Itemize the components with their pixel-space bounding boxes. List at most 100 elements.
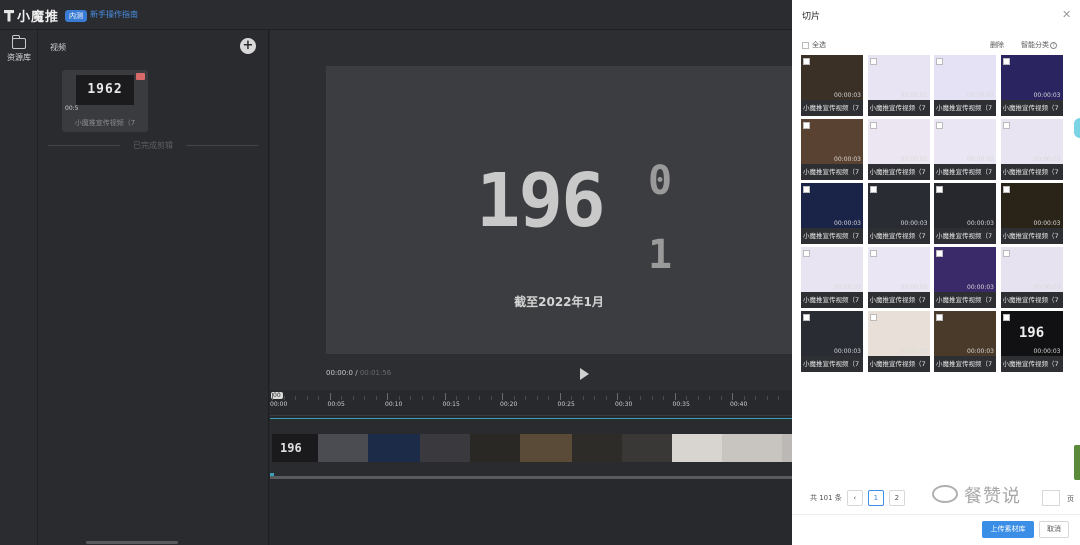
delete-button[interactable]: 删除	[990, 40, 1004, 50]
clip-checkbox[interactable]	[869, 122, 877, 129]
ruler-minor-tick	[421, 396, 423, 400]
ruler-tick	[732, 393, 733, 400]
question-icon[interactable]: ?	[1050, 42, 1057, 49]
ruler-minor-tick	[640, 396, 641, 400]
clip-card[interactable]: 00:00:02 小魔推宣传视频（7	[934, 55, 996, 116]
clip-card[interactable]: 00:00:03 小魔推宣传视频（7	[801, 183, 863, 244]
clip-duration: 00:00:03	[967, 284, 994, 291]
clip-card[interactable]: 00:00:03 小魔推宣传视频（7	[801, 119, 863, 180]
smart-sort-label: 智能分类	[1021, 41, 1049, 49]
ruler-tick-label: 00:05	[327, 401, 345, 408]
page-button[interactable]: 2	[888, 490, 905, 506]
clip-name: 小魔推宣传视频（7	[869, 232, 926, 240]
clip-checkbox[interactable]	[803, 250, 810, 257]
clip-checkbox[interactable]	[936, 250, 943, 257]
ruler-minor-tick	[709, 396, 710, 400]
floating-tab[interactable]	[1074, 118, 1080, 138]
clip-card[interactable]: 00:00:03 小魔推宣传视频（7	[867, 247, 930, 308]
clip-checkbox[interactable]	[803, 58, 810, 65]
page-suffix: 页	[1067, 495, 1074, 503]
clip-checkbox[interactable]	[803, 314, 810, 321]
clip-checkbox[interactable]	[869, 186, 877, 193]
clip-name: 小魔推宣传视频（7	[803, 360, 860, 368]
ruler-minor-tick	[755, 396, 756, 400]
cancel-button[interactable]: 取消	[1039, 521, 1069, 538]
ruler-tick	[559, 393, 561, 400]
ruler-minor-tick	[410, 396, 411, 400]
clip-card[interactable]: 00:00:03 小魔推宣传视频（7	[934, 247, 996, 308]
play-icon[interactable]	[580, 368, 589, 380]
clip-checkbox[interactable]	[936, 314, 943, 321]
clip-checkbox[interactable]	[1002, 314, 1010, 321]
resource-scrollbar[interactable]	[86, 541, 178, 544]
clip-card[interactable]: 00:00:02 小魔推宣传视频（7	[867, 55, 930, 116]
ruler-minor-tick	[766, 396, 768, 400]
clip-checkbox[interactable]	[803, 186, 810, 193]
clip-checkbox[interactable]	[803, 122, 810, 129]
video-caption: 截至2022年1月	[514, 295, 604, 309]
clip-card[interactable]: 00:00:03 小魔推宣传视频（7	[1000, 183, 1063, 244]
smart-sort-button[interactable]: 智能分类?	[1021, 40, 1057, 50]
clip-card[interactable]: 196 00:00:03 小魔推宣传视频（7	[1000, 311, 1063, 372]
timeline-scrollbar[interactable]	[270, 476, 792, 479]
resource-card[interactable]: 1962 00:5 小魔推宣传视频（7	[62, 70, 148, 132]
clip-checkbox[interactable]	[1002, 250, 1010, 257]
clip-card[interactable]: 00:00:02 小魔推宣传视频（7	[934, 119, 996, 180]
clips-panel: 切片 ✕ 全选 删除 智能分类? 00:00:03 小魔推宣传视频（7 00:00:…	[792, 0, 1080, 545]
video-player[interactable]: 196 0 1 截至2022年1月	[326, 66, 792, 354]
prev-page-button[interactable]: ‹	[846, 490, 863, 506]
clip-card[interactable]: 00:00:03 小魔推宣传视频（7	[801, 247, 863, 308]
clip-card[interactable]: 00:00:03 小魔推宣传视频（7	[867, 311, 930, 372]
resource-thumbnail: 1962	[76, 75, 134, 105]
clip-card[interactable]: 00:00:03 小魔推宣传视频（7	[1000, 119, 1063, 180]
clip-card[interactable]: 00:00:02 小魔推宣传视频（7	[867, 119, 930, 180]
ruler-minor-tick	[306, 396, 308, 400]
page-button[interactable]: 1	[867, 490, 884, 506]
clip-checkbox[interactable]	[936, 58, 943, 65]
timeline-ruler[interactable]: 00 00:00 00:05 00:10 00:15 00:20 00:25 00:30 00…	[270, 390, 792, 416]
clip-card[interactable]: 00:00:03 小魔推宣传视频（7	[801, 311, 863, 372]
app-logo[interactable]: 小魔推 内测	[4, 6, 88, 25]
upload-button[interactable]: 上传素材库	[982, 521, 1034, 538]
clip-checkbox[interactable]	[1002, 186, 1010, 193]
clip-card[interactable]: 00:00:03 小魔推宣传视频（7	[934, 311, 996, 372]
folder-icon	[12, 35, 26, 49]
clip-checkbox[interactable]	[869, 314, 877, 321]
ruler-minor-tick	[743, 396, 745, 400]
filmstrip-frame: 196	[272, 434, 318, 462]
page-jump-input[interactable]	[1042, 490, 1060, 506]
clip-checkbox[interactable]	[1002, 58, 1010, 65]
video-track[interactable]: 196	[270, 418, 842, 479]
ruler-minor-tick	[398, 396, 400, 400]
clip-duration: 00:00:03	[834, 156, 861, 163]
clip-card[interactable]: 00:00:03 小魔推宣传视频（7	[1000, 247, 1063, 308]
clip-card[interactable]: 00:00:03 小魔推宣传视频（7	[801, 55, 863, 116]
clip-checkbox[interactable]	[1002, 122, 1010, 129]
floating-tab[interactable]	[1074, 445, 1080, 480]
clip-checkbox[interactable]	[869, 250, 877, 257]
add-resource-button[interactable]: +	[240, 38, 256, 54]
clip-name: 小魔推宣传视频（7	[1002, 168, 1059, 176]
ruler-tick-label: 00:25	[557, 401, 575, 408]
watermark: 餐赞说	[964, 486, 1021, 507]
clip-card[interactable]: 00:00:03 小魔推宣传视频（7	[934, 183, 996, 244]
clip-name: 小魔推宣传视频（7	[869, 360, 926, 368]
clip-duration: 00:00:02	[900, 92, 928, 99]
clip-card[interactable]: 00:00:03 小魔推宣传视频（7	[867, 183, 930, 244]
clip-card[interactable]: 00:00:03 小魔推宣传视频（7	[1000, 55, 1063, 116]
track-filmstrip[interactable]: 196	[272, 434, 842, 462]
select-all[interactable]: 全选	[802, 40, 826, 50]
close-icon[interactable]: ✕	[1062, 8, 1071, 21]
ruler-minor-tick	[375, 396, 377, 400]
wechat-icon	[932, 485, 958, 503]
ruler-tick-label: 00:35	[672, 401, 690, 408]
checkbox[interactable]	[802, 41, 809, 49]
total-time: 00:01:56	[359, 369, 392, 377]
clip-duration: 00:00:02	[967, 92, 994, 99]
ruler-minor-tick	[663, 396, 664, 400]
guide-link[interactable]: 新手操作指南	[90, 9, 138, 20]
resource-tab-video[interactable]: 视频	[50, 42, 66, 53]
clip-checkbox[interactable]	[936, 122, 943, 129]
clip-checkbox[interactable]	[869, 58, 877, 65]
clip-checkbox[interactable]	[936, 186, 943, 193]
